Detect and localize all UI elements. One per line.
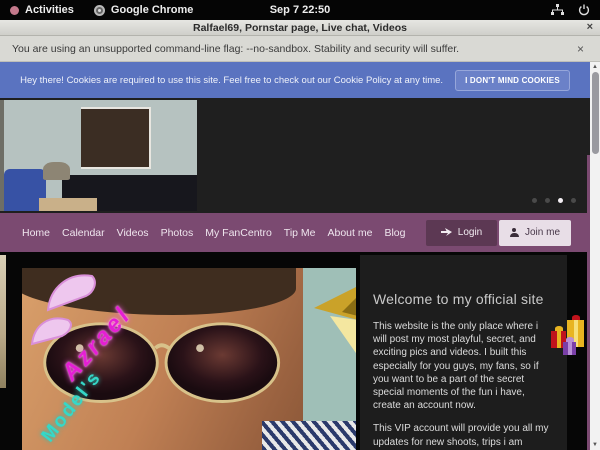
- hero-photo-floor: [39, 198, 97, 211]
- activities-button[interactable]: Activities: [0, 4, 84, 16]
- login-button[interactable]: Login: [426, 220, 497, 246]
- join-label: Join me: [525, 227, 560, 238]
- hero-photo-curtain: [81, 107, 150, 169]
- welcome-panel: Welcome to my official site This website…: [360, 255, 567, 450]
- cookie-accept-button[interactable]: I DON'T MIND COOKIES: [455, 70, 570, 91]
- welcome-paragraph-2: This VIP account will provide you all my…: [373, 422, 554, 450]
- desktop-screen: Activities Google Chrome Sep 7 22:50 Ral…: [0, 0, 600, 450]
- hero-photo-placeholder: [4, 100, 197, 211]
- scrollbar[interactable]: ▲ ▼: [590, 62, 600, 450]
- carousel-dots: [532, 198, 576, 203]
- photo-shirt-stripes: [262, 421, 356, 450]
- cookie-message: Hey there! Cookies are required to use t…: [20, 75, 443, 86]
- power-icon[interactable]: [578, 4, 590, 16]
- activities-icon: [10, 6, 19, 15]
- chrome-app-menu[interactable]: Google Chrome: [84, 4, 204, 16]
- window-title: Ralfael69, Pornstar page, Live chat, Vid…: [193, 22, 407, 34]
- main-navbar: Home Calendar Videos Photos My FanCentro…: [0, 213, 590, 252]
- main-left-strip: [0, 255, 6, 388]
- hero-carousel: [0, 98, 590, 213]
- nav-item-calendar[interactable]: Calendar: [62, 227, 105, 239]
- cookie-consent-bar: Hey there! Cookies are required to use t…: [0, 62, 590, 98]
- carousel-dot[interactable]: [571, 198, 576, 203]
- network-icon[interactable]: [551, 4, 564, 16]
- warning-close-icon[interactable]: ×: [577, 42, 588, 56]
- welcome-heading: Welcome to my official site: [373, 291, 554, 307]
- nav-item-photos[interactable]: Photos: [161, 227, 194, 239]
- scroll-down-icon[interactable]: ▼: [592, 440, 598, 450]
- chrome-icon: [94, 5, 105, 16]
- gift-icon-purple: [563, 342, 576, 355]
- model-photo-placeholder: Azrael Model's: [22, 268, 356, 450]
- join-button[interactable]: Join me: [499, 220, 571, 246]
- main-section: Azrael Model's Welcome to my official si…: [0, 252, 590, 450]
- nav-item-home[interactable]: Home: [22, 227, 50, 239]
- welcome-paragraph-1: This website is the only place where i w…: [373, 320, 554, 412]
- gold-star-icon: [308, 286, 356, 368]
- carousel-dot-active[interactable]: [558, 198, 563, 203]
- desktop-top-bar: Activities Google Chrome Sep 7 22:50: [0, 0, 600, 20]
- scrollbar-thumb[interactable]: [592, 72, 599, 154]
- login-arrow-icon: [441, 228, 452, 237]
- page-viewport: Hey there! Cookies are required to use t…: [0, 62, 590, 450]
- window-close-icon[interactable]: ×: [587, 21, 593, 33]
- carousel-dot[interactable]: [545, 198, 550, 203]
- window-title-bar: Ralfael69, Pornstar page, Live chat, Vid…: [0, 20, 600, 36]
- chrome-warning-bar: You are using an unsupported command-lin…: [0, 36, 600, 62]
- warning-text: You are using an unsupported command-lin…: [12, 43, 459, 55]
- login-label: Login: [458, 227, 482, 238]
- scroll-up-icon[interactable]: ▲: [592, 62, 598, 72]
- hero-photo-lamp: [43, 162, 70, 180]
- gifts-widget[interactable]: [550, 315, 590, 373]
- activities-label: Activities: [25, 4, 74, 16]
- chrome-app-label: Google Chrome: [111, 4, 194, 16]
- nav-item-tipme[interactable]: Tip Me: [284, 227, 316, 239]
- nav-item-blog[interactable]: Blog: [384, 227, 405, 239]
- person-icon: [510, 228, 519, 237]
- carousel-dot[interactable]: [532, 198, 537, 203]
- nav-item-fancentro[interactable]: My FanCentro: [205, 227, 272, 239]
- nav-item-aboutme[interactable]: About me: [328, 227, 373, 239]
- nav-item-videos[interactable]: Videos: [117, 227, 149, 239]
